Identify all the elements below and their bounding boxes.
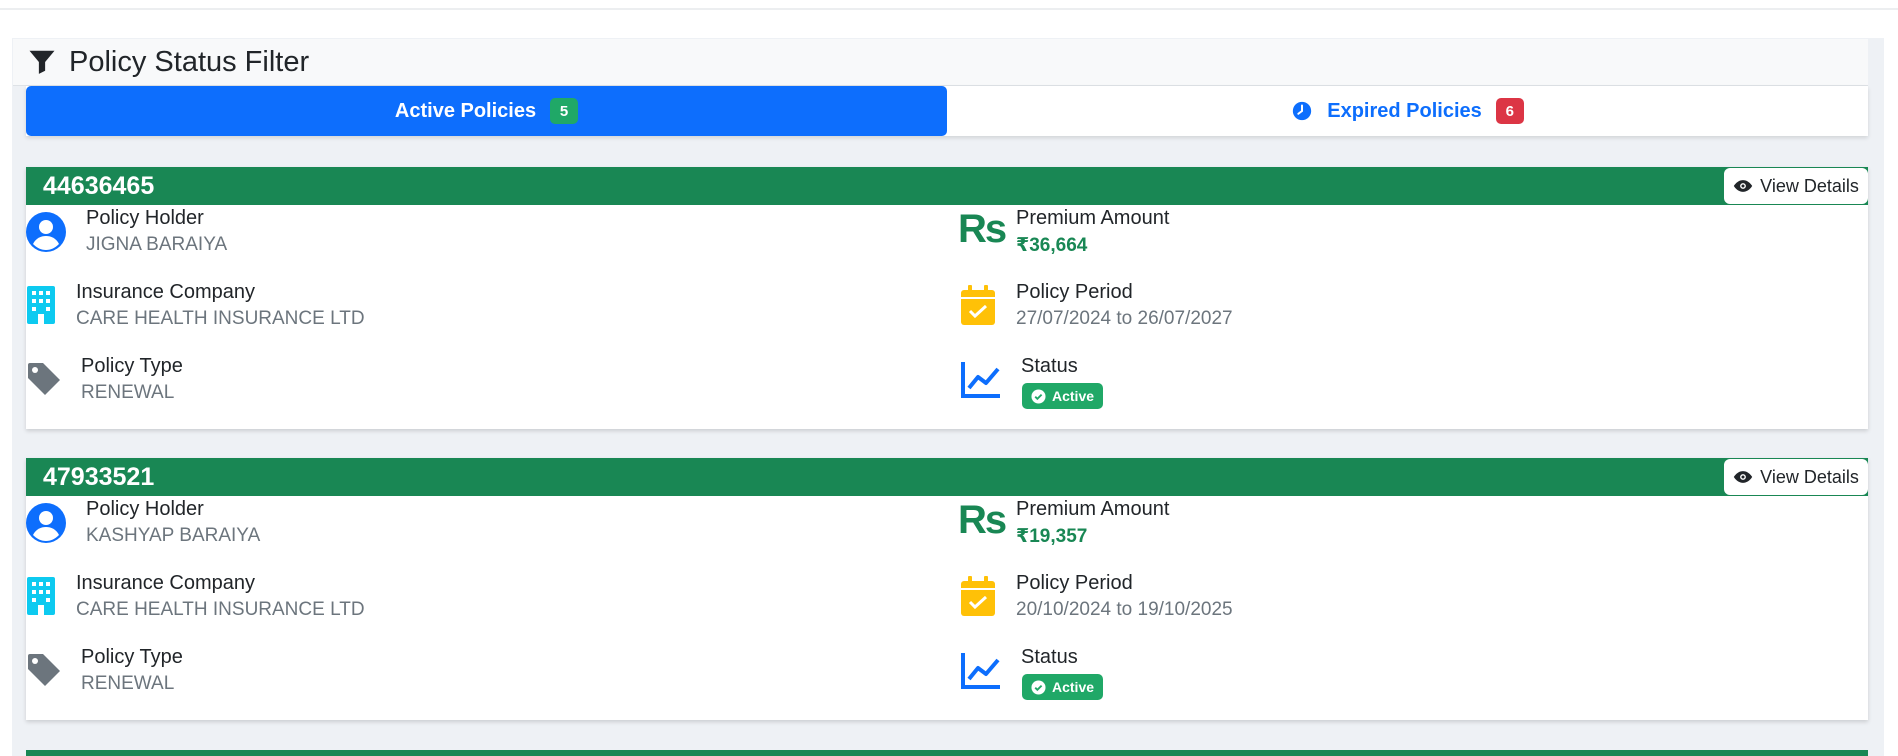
view-details-label: View Details <box>1760 466 1859 487</box>
tab-label: Expired Policies <box>1327 99 1482 122</box>
page-title: Policy Status Filter <box>69 45 310 78</box>
check-circle-icon <box>1031 679 1046 695</box>
value-insurance-company: CARE HEALTH INSURANCE LTD <box>76 308 365 329</box>
calendar-check-icon <box>961 576 995 616</box>
label-policy-type: Policy Type <box>81 355 183 377</box>
eye-icon <box>1733 180 1753 192</box>
value-premium-amount: ₹19,357 <box>1016 526 1088 547</box>
status-badge: Active <box>1022 383 1104 409</box>
value-policy-period: 20/10/2024 to 19/10/2025 <box>1016 599 1233 620</box>
value-insurance-company: CARE HEALTH INSURANCE LTD <box>76 599 365 620</box>
check-circle-icon <box>1031 388 1046 404</box>
label-policy-period: Policy Period <box>1016 572 1133 594</box>
user-circle-icon <box>26 503 66 543</box>
tab-label: Active Policies <box>394 99 537 122</box>
view-details-label: View Details <box>1760 175 1859 196</box>
status-text: Active <box>1052 388 1095 404</box>
eye-icon <box>1733 471 1753 483</box>
policy-number: 47933521 <box>43 463 155 491</box>
policy-card: 44636465 View Details Policy Holder JIGN… <box>26 167 1868 429</box>
view-details-button[interactable]: View Details <box>1724 168 1868 204</box>
building-icon <box>27 286 55 324</box>
policy-number: 44636465 <box>43 172 155 200</box>
building-icon <box>27 577 55 615</box>
label-policy-holder: Policy Holder <box>86 498 204 520</box>
label-policy-type: Policy Type <box>81 646 183 668</box>
label-policy-holder: Policy Holder <box>86 207 204 229</box>
card-header: 47933521 View Details <box>26 458 1868 496</box>
value-policy-period: 27/07/2024 to 26/07/2027 <box>1016 308 1233 329</box>
label-status: Status <box>1021 646 1078 668</box>
user-circle-icon <box>26 212 66 252</box>
card-header: 44636465 View Details <box>26 167 1868 205</box>
filter-title: Policy Status Filter <box>27 42 309 82</box>
policy-card: 47933521 View Details Policy Holder KASH… <box>26 458 1868 720</box>
label-insurance-company: Insurance Company <box>76 572 255 594</box>
tab-active-policies[interactable]: Active Policies 5 <box>26 86 947 136</box>
status-badge: Active <box>1022 674 1104 700</box>
value-policy-holder: JIGNA BARAIYA <box>86 234 228 255</box>
status-text: Active <box>1052 679 1095 695</box>
clock-icon <box>1293 101 1312 121</box>
chart-line-icon <box>961 362 1000 398</box>
label-insurance-company: Insurance Company <box>76 281 255 303</box>
rupee-icon: Rs <box>958 207 1007 251</box>
value-policy-holder: KASHYAP BARAIYA <box>86 525 261 546</box>
policy-card-header-partial <box>26 750 1868 756</box>
rupee-icon: Rs <box>958 498 1007 542</box>
count-badge: 6 <box>1495 98 1524 124</box>
chart-line-icon <box>961 653 1000 689</box>
label-policy-period: Policy Period <box>1016 281 1133 303</box>
filter-icon <box>29 50 55 74</box>
view-details-button[interactable]: View Details <box>1724 459 1868 495</box>
tab-expired-policies[interactable]: Expired Policies 6 <box>947 86 1868 136</box>
tag-icon <box>28 654 60 686</box>
tag-icon <box>28 363 60 395</box>
count-badge: 5 <box>550 98 579 124</box>
label-status: Status <box>1021 355 1078 377</box>
value-policy-type: RENEWAL <box>81 382 175 403</box>
top-bar <box>0 0 1898 10</box>
value-policy-type: RENEWAL <box>81 673 175 694</box>
value-premium-amount: ₹36,664 <box>1016 235 1088 256</box>
status-tabs: Active Policies 5 Expired Policies 6 <box>26 86 1868 136</box>
label-premium-amount: Premium Amount <box>1016 498 1170 520</box>
calendar-check-icon <box>961 285 995 325</box>
label-premium-amount: Premium Amount <box>1016 207 1170 229</box>
